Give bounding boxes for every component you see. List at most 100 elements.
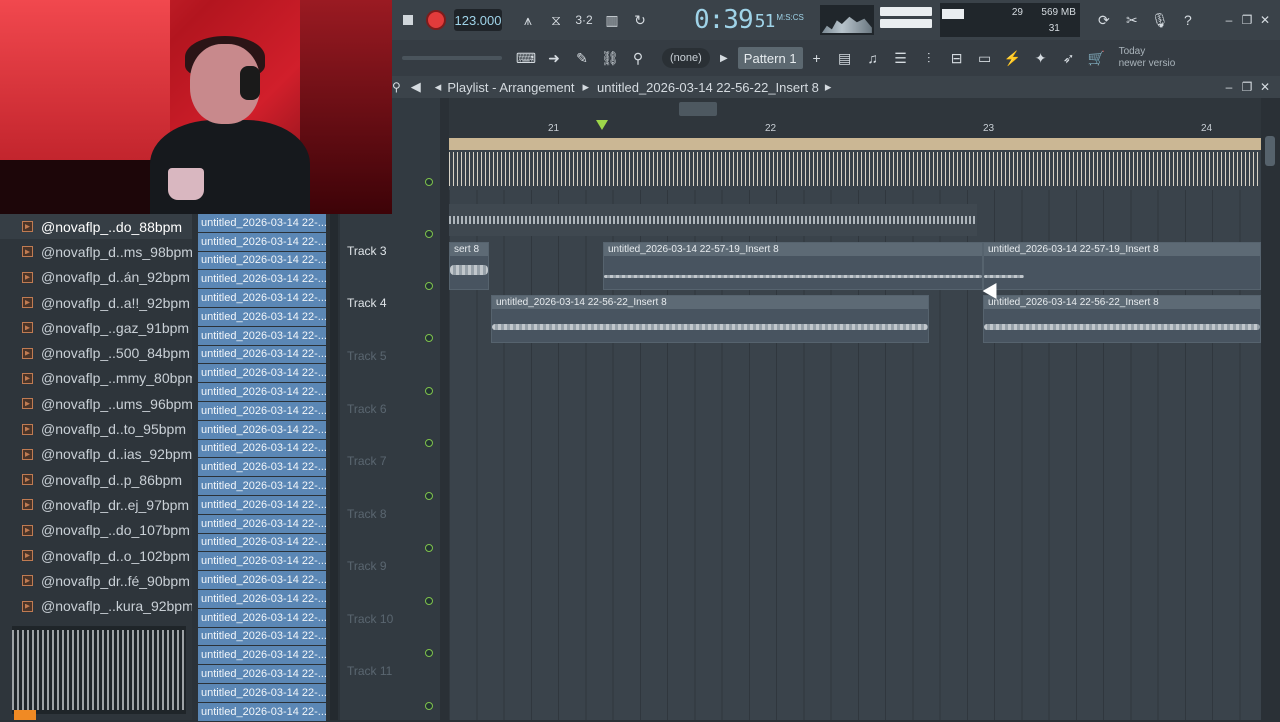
track-mute-dot[interactable] [425, 544, 433, 552]
playlist-vertical-scrollbar[interactable] [1261, 98, 1280, 720]
clip-list-item[interactable]: untitled_2026-03-14 22-... [198, 665, 326, 684]
browser-item[interactable]: @novaflp_..do_107bpm [0, 518, 192, 543]
clip-list-item[interactable]: untitled_2026-03-14 22-... [198, 383, 326, 402]
track-mute-dot[interactable] [425, 492, 433, 500]
clip-list-item[interactable]: untitled_2026-03-14 22-... [198, 420, 326, 440]
track-mute-dot[interactable] [425, 387, 433, 395]
arrow-icon[interactable]: ➜ [540, 44, 568, 72]
step-edit-icon[interactable]: ▥ [598, 6, 626, 34]
browser-item[interactable]: @novaflp_d..a!!_92bpm [0, 290, 192, 315]
audio-clip[interactable] [449, 138, 1261, 190]
clip-list-item[interactable]: untitled_2026-03-14 22-... [198, 589, 326, 609]
time-display[interactable]: 0:39 [694, 5, 754, 35]
clip-list-item[interactable]: untitled_2026-03-14 22-... [198, 439, 326, 459]
play-pattern-icon[interactable]: ▶ [710, 44, 738, 72]
speaker-icon[interactable]: ◀ [411, 79, 421, 95]
browser-item[interactable]: @novaflp_..gaz_91bpm [0, 315, 192, 340]
metronome-icon[interactable]: ⩚ [514, 6, 542, 34]
mixer-icon[interactable]: ⫶ [915, 44, 943, 72]
plugin-icon[interactable]: ⚡ [999, 44, 1027, 72]
browser-icon[interactable]: ⊟ [943, 44, 971, 72]
piano-roll-icon[interactable]: ♫ [859, 44, 887, 72]
loop-record-icon[interactable]: ↻ [626, 6, 654, 34]
browser-item[interactable]: @novaflp_d..ias_92bpm [0, 442, 192, 467]
countdown-icon[interactable]: 3·2 [570, 6, 598, 34]
browser-item[interactable]: @novaflp_..do_88bpm [0, 214, 192, 240]
audio-clip[interactable]: untitled_2026-03-14 22-56-22_Insert 8 [491, 295, 929, 343]
clip-list-item[interactable]: untitled_2026-03-14 22-... [198, 345, 326, 365]
clip-list-item[interactable]: untitled_2026-03-14 22-... [198, 702, 326, 722]
track-name[interactable]: Track 3 [347, 244, 387, 258]
track-mute-dot[interactable] [425, 439, 433, 447]
marker-icon[interactable]: ➶ [1055, 44, 1083, 72]
keyboard-icon[interactable]: ⌨ [512, 44, 540, 72]
audio-clip[interactable]: sert 8 [449, 242, 489, 290]
audio-clip[interactable] [449, 204, 977, 236]
track-name[interactable]: Track 10 [347, 612, 393, 626]
pl-minimize-icon[interactable]: – [1220, 80, 1238, 94]
clip-list-item[interactable]: untitled_2026-03-14 22-... [198, 458, 326, 478]
store-icon[interactable]: 🛒 [1083, 44, 1111, 72]
clip-list-item[interactable]: untitled_2026-03-14 22-... [198, 477, 326, 496]
track-name[interactable]: Track 11 [347, 664, 392, 678]
track-mute-dot[interactable] [425, 702, 433, 710]
browser-item[interactable]: @novaflp_dr..ej_97bpm [0, 492, 192, 517]
audio-clip[interactable]: untitled_2026-03-14 22-57-19_Insert 8 [603, 242, 983, 290]
clip-list-item[interactable]: untitled_2026-03-14 22-... [198, 627, 326, 647]
track-mute-dot[interactable] [425, 597, 433, 605]
track-name[interactable]: Track 6 [347, 402, 387, 416]
search-icon[interactable]: ⚲ [392, 80, 401, 94]
browser-item[interactable]: @novaflp_dr..fé_90bpm [0, 568, 192, 593]
options-icon[interactable]: ◂ [435, 79, 442, 95]
clip-list-item[interactable]: untitled_2026-03-14 22-... [198, 495, 326, 515]
browser-item[interactable]: @novaflp_..kura_92bpm [0, 593, 194, 618]
clip-list-item[interactable]: untitled_2026-03-14 22-... [198, 232, 326, 252]
channel-rack-icon[interactable]: ☰ [887, 44, 915, 72]
track-mute-dot[interactable] [425, 334, 433, 342]
browser-item[interactable]: @novaflp_..500_84bpm [0, 340, 192, 365]
audio-clip[interactable]: untitled_2026-03-14 22-56-22_Insert 8 [983, 295, 1261, 343]
time-ruler[interactable]: 21 22 23 24 [449, 120, 1261, 138]
browser-item[interactable]: @novaflp_d..án_92bpm [0, 265, 192, 290]
clip-list-item[interactable]: untitled_2026-03-14 22-... [198, 533, 326, 553]
snap-select[interactable]: (none) [662, 48, 710, 68]
audio-clip[interactable]: untitled_2026-03-14 22-57-19_Insert 8 [983, 242, 1261, 290]
browser-item[interactable]: @novaflp_d..p_86bpm [0, 467, 192, 492]
playhead-marker[interactable] [596, 120, 608, 130]
clip-list-item[interactable]: untitled_2026-03-14 22-... [198, 270, 326, 290]
browser-item[interactable]: @novaflp_d..o_102bpm [0, 543, 192, 568]
track-name[interactable]: Track 5 [347, 349, 387, 363]
stop-button[interactable] [394, 6, 422, 34]
browser-item[interactable]: @novaflp_d..to_95bpm [0, 416, 192, 441]
playlist-grid[interactable]: 21 22 23 24 sert 8 untitled_2026-03-14 2… [449, 98, 1261, 720]
tools-icon[interactable]: ✂ [1118, 6, 1146, 34]
clip-list-item[interactable]: untitled_2026-03-14 22-... [198, 251, 326, 271]
track-name[interactable]: Track 9 [347, 559, 387, 573]
browser-item[interactable]: @novaflp_d..ms_98bpm [0, 239, 193, 264]
wait-icon[interactable]: ⧖ [542, 6, 570, 34]
clip-list-item[interactable]: untitled_2026-03-14 22-... [198, 401, 326, 421]
help-icon[interactable]: ? [1174, 6, 1202, 34]
clip-list-scrollbar[interactable] [330, 214, 338, 720]
pattern-select[interactable]: Pattern 1 [737, 47, 803, 69]
minimize-icon[interactable]: – [1220, 13, 1238, 27]
track-mute-dot[interactable] [425, 178, 433, 186]
clip-list-item[interactable]: untitled_2026-03-14 22-... [198, 289, 326, 308]
online-icon[interactable]: ⟳ [1090, 6, 1118, 34]
file-icon[interactable]: ▭ [971, 44, 999, 72]
restore-icon[interactable]: ❐ [1238, 13, 1256, 27]
clip-list-item[interactable]: untitled_2026-03-14 22-... [198, 326, 326, 346]
browser-item[interactable]: @novaflp_..ums_96bpm [0, 391, 193, 416]
clip-list-item[interactable]: untitled_2026-03-14 22-... [198, 214, 326, 233]
track-mute-dot[interactable] [425, 230, 433, 238]
browser-item[interactable]: @novaflp_..mmy_80bpm [0, 366, 197, 391]
clip-list-item[interactable]: untitled_2026-03-14 22-... [198, 608, 326, 628]
track-mute-dot[interactable] [425, 282, 433, 290]
playlist-icon[interactable]: ▤ [831, 44, 859, 72]
link-icon[interactable]: ⛓ [596, 44, 624, 72]
clip-list-item[interactable]: untitled_2026-03-14 22-... [198, 307, 326, 327]
track-name[interactable]: Track 8 [347, 507, 387, 521]
clip-list-item[interactable]: untitled_2026-03-14 22-... [198, 514, 326, 534]
clip-list-item[interactable]: untitled_2026-03-14 22-... [198, 646, 326, 666]
pl-maximize-icon[interactable]: ❐ [1238, 80, 1256, 94]
